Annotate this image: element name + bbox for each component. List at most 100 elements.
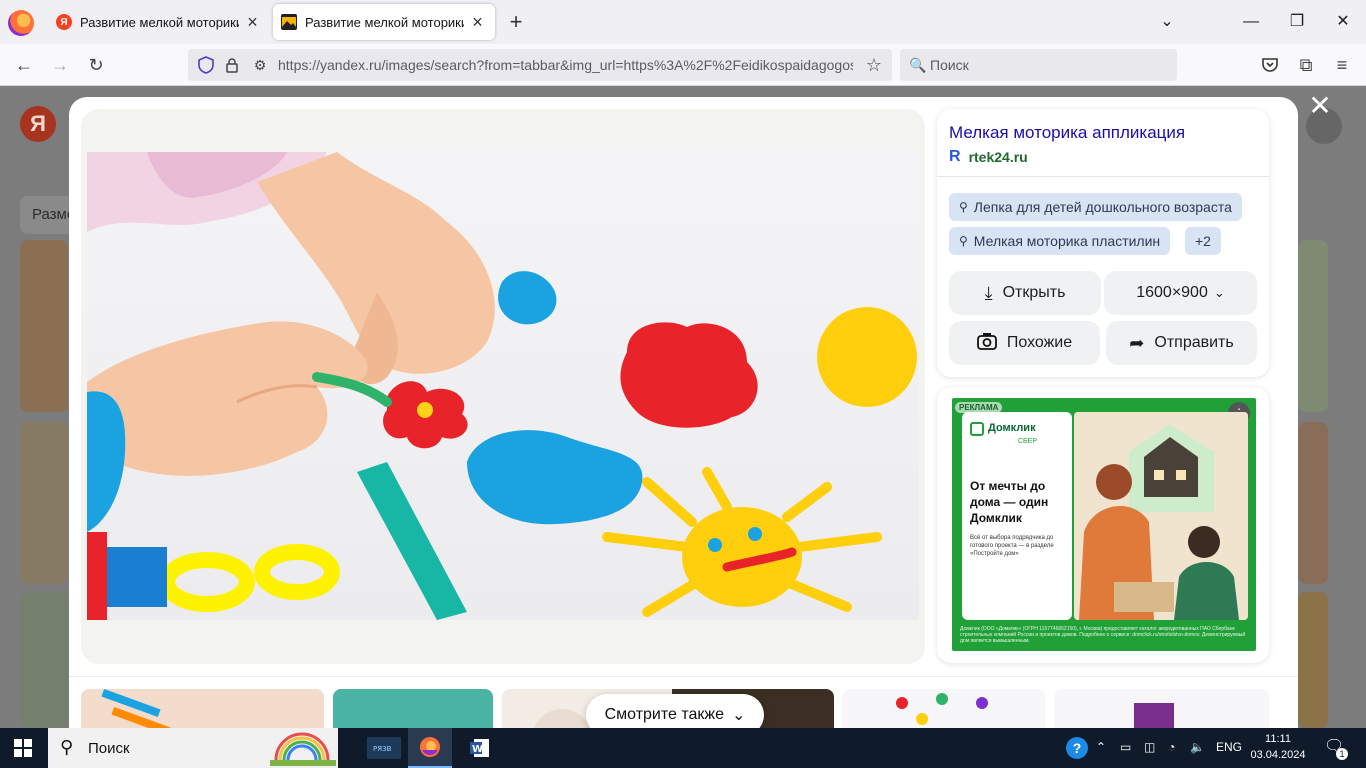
- navigation-toolbar: ← → ↻ ⚙ https://yandex.ru/images/search?…: [0, 44, 1366, 86]
- search-input[interactable]: 🔍 Поиск: [900, 49, 1177, 81]
- see-also-button[interactable]: Смотрите также ⌄: [586, 694, 764, 728]
- address-bar[interactable]: ⚙ https://yandex.ru/images/search?from=t…: [188, 49, 892, 81]
- divider: [937, 176, 1269, 177]
- open-button[interactable]: ⤓ Открыть: [949, 271, 1101, 315]
- forward-button[interactable]: →: [46, 52, 74, 78]
- tag-chip[interactable]: ⚲ Лепка для детей дошкольного возраста: [949, 193, 1242, 221]
- source-favicon-icon: R: [949, 148, 961, 165]
- firefox-taskbar-icon[interactable]: [408, 728, 452, 768]
- back-button[interactable]: ←: [10, 52, 38, 78]
- close-window-button[interactable]: ✕: [1328, 10, 1358, 34]
- clock[interactable]: 11:11 03.04.2024: [1250, 731, 1306, 763]
- permissions-icon[interactable]: ⚙: [246, 52, 274, 78]
- image-viewer: [81, 109, 925, 664]
- word-taskbar-icon[interactable]: W: [458, 728, 502, 768]
- share-button[interactable]: ➦ Отправить: [1106, 321, 1257, 365]
- source-domain: rtek24.ru: [968, 149, 1028, 165]
- camera-icon[interactable]: ◫: [1144, 740, 1155, 754]
- tag-label: Мелкая моторика пластилин: [973, 233, 1161, 249]
- svg-text:W: W: [472, 744, 483, 755]
- search-engine-icon[interactable]: 🔍: [904, 52, 932, 78]
- extensions-icon[interactable]: ⧉: [1292, 52, 1320, 78]
- reload-button[interactable]: ↻: [82, 52, 110, 78]
- thumbnail[interactable]: [1298, 592, 1328, 728]
- minimize-button[interactable]: —: [1236, 10, 1266, 34]
- related-thumbnail[interactable]: [81, 689, 324, 728]
- list-all-tabs-icon[interactable]: ⌄: [1152, 10, 1182, 34]
- tab-search-results[interactable]: Я Развитие мелкой моторики у детей ×: [48, 4, 270, 40]
- wifi-icon[interactable]: ◔: [1168, 740, 1175, 754]
- date: 03.04.2024: [1250, 749, 1306, 761]
- related-thumbnail[interactable]: [842, 689, 1045, 728]
- tab-title: Развитие мелкой моторики у детей: [80, 14, 240, 30]
- size-label: 1600×900: [1136, 284, 1208, 301]
- tag-label: Лепка для детей дошкольного возраста: [973, 199, 1232, 215]
- svg-text:РЯЗВ: РЯЗВ: [373, 745, 392, 753]
- size-select[interactable]: 1600×900 ⌄: [1104, 271, 1257, 315]
- close-icon[interactable]: ✕: [1306, 92, 1334, 120]
- chevron-down-icon: ⌄: [732, 707, 746, 724]
- chevron-up-icon[interactable]: ⌃: [1096, 740, 1106, 754]
- thumbnail[interactable]: [20, 422, 68, 584]
- domclick-logo-icon: [970, 422, 984, 436]
- yandex-favicon-icon: Я: [56, 14, 72, 30]
- related-thumbnail[interactable]: [333, 689, 493, 728]
- similar-label: Похожие: [1006, 334, 1073, 351]
- related-thumbnail[interactable]: [1054, 689, 1269, 728]
- ad-brand: Домклик: [988, 422, 1036, 434]
- tab-image-viewer[interactable]: Развитие мелкой моторики у детей ×: [273, 4, 495, 40]
- close-tab-icon[interactable]: ×: [243, 12, 262, 32]
- pocket-icon[interactable]: [1256, 52, 1284, 78]
- search-icon: ⚲: [959, 234, 968, 248]
- ad-body: Всё от выбора подрядчика до готового про…: [970, 535, 1054, 557]
- language-indicator[interactable]: ENG: [1216, 740, 1242, 754]
- bookmark-star-icon[interactable]: ☆: [860, 52, 888, 78]
- battery-icon[interactable]: ▭: [1120, 740, 1131, 754]
- notification-count: 1: [1336, 748, 1348, 760]
- main-image[interactable]: [87, 152, 919, 620]
- close-tab-icon[interactable]: ×: [468, 12, 487, 32]
- search-icon: ⚲: [959, 200, 968, 214]
- taskbar: ⚲ Поиск РЯЗВ W ? ⌃ ▭ ◫ ◔ 🔈 ENG 11:11 03.…: [0, 728, 1366, 768]
- taskbar-search-input[interactable]: ⚲ Поиск: [48, 728, 338, 768]
- tag-chip[interactable]: ⚲ Мелкая моторика пластилин: [949, 227, 1171, 255]
- source-link[interactable]: R rtek24.ru: [949, 148, 1028, 166]
- more-tags-button[interactable]: +2: [1185, 227, 1221, 255]
- lock-icon[interactable]: [218, 52, 246, 78]
- firefox-view-icon[interactable]: [8, 10, 34, 36]
- restore-button[interactable]: ❐: [1282, 10, 1312, 34]
- tab-title: Развитие мелкой моторики у детей: [305, 14, 465, 30]
- thumbnail[interactable]: [1298, 422, 1328, 584]
- new-tab-button[interactable]: +: [504, 10, 528, 34]
- windows-start-icon[interactable]: [14, 739, 32, 757]
- yandex-logo[interactable]: Я: [20, 106, 56, 142]
- search-highlight-icon: [270, 732, 336, 766]
- tab-strip: Я Развитие мелкой моторики у детей × Раз…: [0, 0, 1366, 44]
- shield-icon[interactable]: [192, 52, 220, 78]
- ad-image: [1074, 412, 1248, 620]
- taskbar-app-icon[interactable]: РЯЗВ: [362, 728, 406, 768]
- see-also-label: Смотрите также: [604, 706, 724, 723]
- taskbar-search-label: Поиск: [88, 740, 130, 757]
- thumbnail[interactable]: [20, 592, 68, 728]
- image-info-card: Мелкая моторика аппликация R rtek24.ru ⚲…: [937, 109, 1269, 377]
- image-viewer-modal: Мелкая моторика аппликация R rtek24.ru ⚲…: [69, 97, 1298, 728]
- image-favicon-icon: [281, 14, 297, 30]
- image-title-link[interactable]: Мелкая моторика аппликация: [949, 123, 1185, 143]
- ad-text-panel: Домклик СБЕР От мечты до дома — один Дом…: [962, 412, 1072, 620]
- url-text[interactable]: https://yandex.ru/images/search?from=tab…: [278, 57, 853, 73]
- menu-icon[interactable]: ≡: [1328, 52, 1356, 78]
- ad-headline: От мечты до дома — один Домклик: [970, 479, 1049, 525]
- camera-icon: [976, 332, 997, 355]
- ad-brand-sub: СБЕР: [1018, 438, 1037, 445]
- similar-button[interactable]: Похожие: [949, 321, 1100, 365]
- thumbnail[interactable]: [20, 240, 68, 412]
- help-icon[interactable]: ?: [1066, 737, 1088, 759]
- search-placeholder: Поиск: [930, 57, 969, 73]
- thumbnail[interactable]: [1298, 240, 1328, 412]
- volume-icon[interactable]: 🔈: [1190, 740, 1205, 754]
- chevron-down-icon: ⌄: [1213, 285, 1225, 300]
- ad-legal-text: Домклик (ООО «Домклик» (ОГРН 11577466521…: [960, 626, 1246, 644]
- open-label: Открыть: [1002, 284, 1066, 301]
- ad-banner[interactable]: РЕКЛАМА ⋮ Домклик СБЕР От мечты до дома …: [952, 398, 1256, 651]
